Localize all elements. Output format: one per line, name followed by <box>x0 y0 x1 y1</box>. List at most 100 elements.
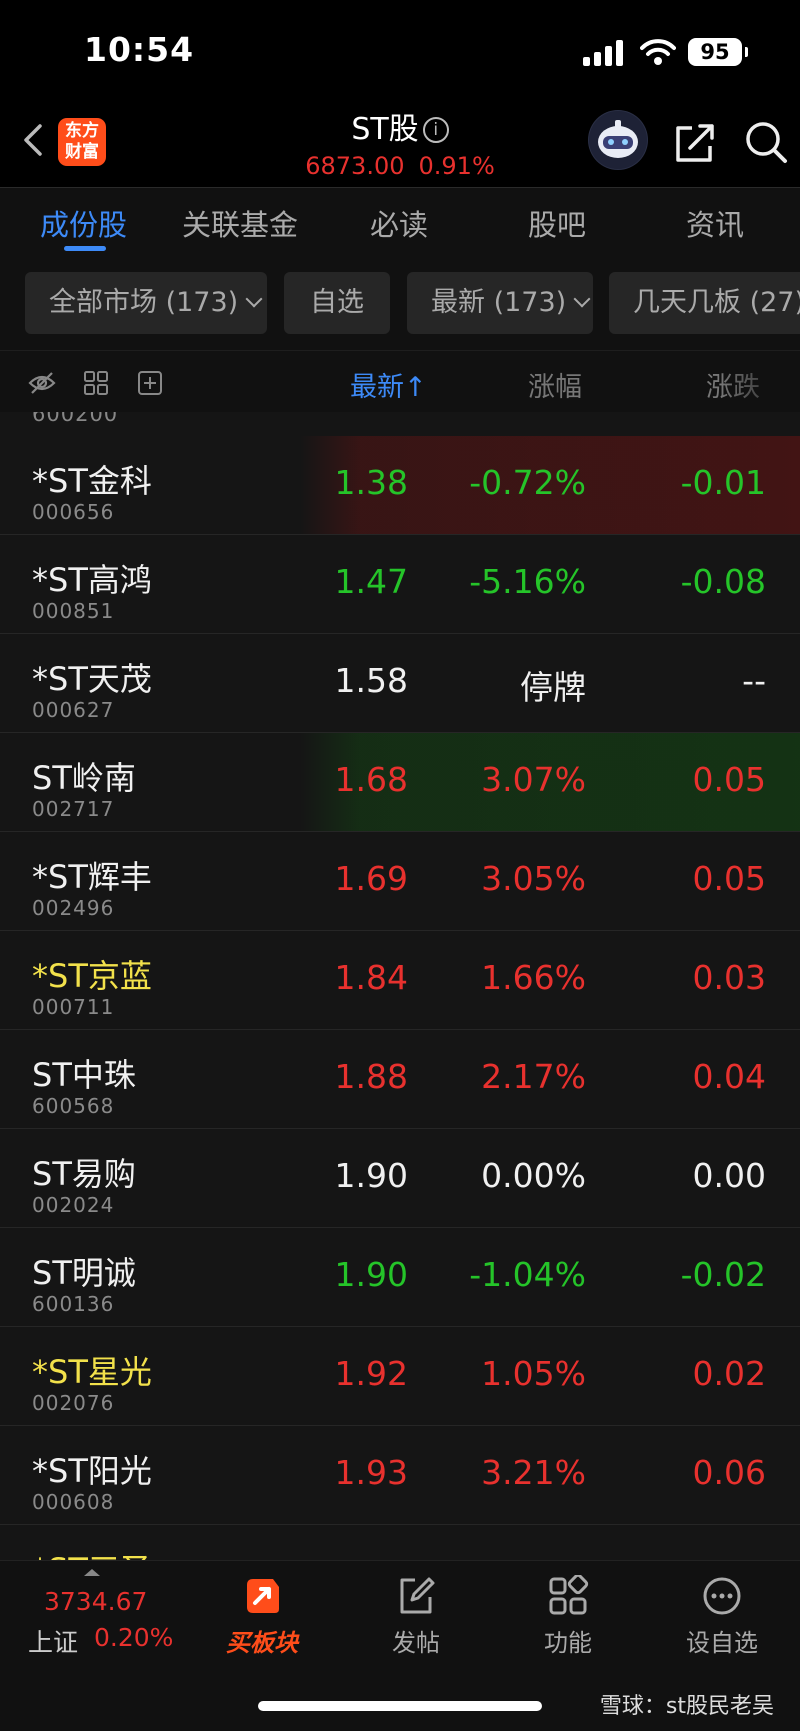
table-row[interactable]: *ST天茂 000627 1.58 停牌 -- <box>0 634 800 733</box>
info-icon[interactable]: i <box>422 117 449 143</box>
column-header: 最新↑ 涨幅 涨跌 <box>0 350 800 413</box>
tab-must-read[interactable]: 必读 <box>370 202 428 244</box>
stock-code: 000656 <box>32 500 115 524</box>
stock-change-pct: -5.16% <box>469 562 586 601</box>
watermark: 雪球：st股民老吴 <box>599 1694 774 1719</box>
table-row[interactable]: *ST金科 000656 1.38 -0.72% -0.01 <box>0 436 800 535</box>
filter-watchlist-label: 自选 <box>310 287 364 318</box>
home-indicator[interactable] <box>258 1701 542 1711</box>
stock-name: *ST天茂 <box>32 660 152 698</box>
table-row[interactable]: *ST阳光 000608 1.93 3.21% 0.06 <box>0 1426 800 1525</box>
table-row[interactable]: *ST高鸿 000851 1.47 -5.16% -0.08 <box>0 535 800 634</box>
stock-price: 1.90 <box>334 1255 408 1294</box>
more-icon <box>703 1577 741 1615</box>
filter-consecutive-boards[interactable]: 几天几板 (27) <box>609 272 800 334</box>
post-button[interactable]: 发帖 <box>356 1571 476 1661</box>
table-row[interactable]: ST岭南 002717 1.68 3.07% 0.05 <box>0 733 800 832</box>
stock-change-pct: 3.21% <box>481 1453 586 1492</box>
hide-eye-icon[interactable] <box>28 369 56 397</box>
grid-view-icon[interactable] <box>82 369 110 397</box>
stock-change: 0.03 <box>692 958 766 997</box>
stock-code: 002717 <box>32 797 115 821</box>
stock-change: 0.04 <box>692 1057 766 1096</box>
add-watchlist-label: 设自选 <box>686 1629 758 1657</box>
sector-index-value: 6873.00 <box>305 152 405 180</box>
stock-change-pct: 0.00% <box>481 1156 586 1195</box>
buy-sector-icon <box>247 1579 279 1613</box>
add-watchlist-button[interactable]: 设自选 <box>662 1571 782 1661</box>
stock-change: -0.02 <box>680 1255 766 1294</box>
stock-change: -0.08 <box>680 562 766 601</box>
buy-sector-button[interactable]: 买板块 <box>202 1571 322 1661</box>
stock-code: 002024 <box>32 1193 115 1217</box>
tab-constituents[interactable]: 成份股 <box>40 202 127 244</box>
table-row[interactable]: ST易购 002024 1.90 0.00% 0.00 <box>0 1129 800 1228</box>
sh-index-name[interactable]: 上证 <box>28 1623 78 1659</box>
partial-row: 600200 <box>0 412 800 436</box>
functions-button[interactable]: 功能 <box>508 1571 628 1661</box>
stock-price: 1.92 <box>334 1354 408 1393</box>
sector-index-change: 0.91% <box>418 152 495 180</box>
stock-code: 002496 <box>32 896 115 920</box>
stock-name: ST易购 <box>32 1155 136 1193</box>
stock-change-pct: -1.04% <box>469 1255 586 1294</box>
stock-price: 1.47 <box>334 562 408 601</box>
tab-news[interactable]: 资讯 <box>686 202 744 244</box>
filter-latest[interactable]: 最新 (173) <box>407 272 593 334</box>
stock-name: *ST高鸿 <box>32 561 152 599</box>
table-row[interactable]: *ST星光 002076 1.92 1.05% 0.02 <box>0 1327 800 1426</box>
robot-assistant-icon[interactable] <box>588 110 648 170</box>
chevron-down-icon <box>245 290 263 308</box>
stock-change: 0.02 <box>692 1354 766 1393</box>
stock-change-pct: 3.05% <box>481 859 586 898</box>
search-icon[interactable] <box>742 118 790 166</box>
stock-change: 0.05 <box>692 760 766 799</box>
stock-change: -0.01 <box>680 463 766 502</box>
tab-forum[interactable]: 股吧 <box>528 202 586 244</box>
stock-name: ST岭南 <box>32 759 136 797</box>
status-bar: 10:54 95 <box>0 0 800 100</box>
filter-market[interactable]: 全部市场 (173) <box>25 272 267 334</box>
stock-price: 1.93 <box>334 1453 408 1492</box>
sh-index-pct[interactable]: 0.20% <box>94 1623 173 1652</box>
status-time: 10:54 <box>84 30 195 69</box>
column-latest[interactable]: 最新↑ <box>350 365 427 404</box>
stock-code: 000711 <box>32 995 115 1019</box>
expand-arrow-icon[interactable] <box>84 1569 100 1576</box>
chevron-down-icon <box>573 290 591 308</box>
wifi-icon <box>640 39 676 65</box>
stock-name: *ST三圣 <box>32 1545 152 1560</box>
stock-price: 1.68 <box>334 760 408 799</box>
stock-change-pct: 1.66% <box>481 958 586 997</box>
buy-sector-label: 买板块 <box>226 1629 298 1657</box>
stock-name: *ST金科 <box>32 462 152 500</box>
table-row[interactable]: *ST京蓝 000711 1.84 1.66% 0.03 <box>0 931 800 1030</box>
tab-related-funds[interactable]: 关联基金 <box>182 202 298 244</box>
table-row[interactable]: ST中珠 600568 1.88 2.17% 0.04 <box>0 1030 800 1129</box>
stock-change-pct: 2.17% <box>481 1057 586 1096</box>
filter-market-label: 全部市场 (173) <box>49 287 239 318</box>
nav-header: 东方 财富 ST股 i 6873.00 0.91% <box>0 100 800 188</box>
stock-change-pct: 3.07% <box>481 760 586 799</box>
stock-code: 002076 <box>32 1391 115 1415</box>
stock-price: 1.69 <box>334 859 408 898</box>
table-row[interactable]: *ST三圣 <box>0 1525 800 1560</box>
column-change-pct[interactable]: 涨幅 <box>528 365 582 404</box>
stock-code: 600200 <box>32 412 119 426</box>
filter-consecutive-boards-label: 几天几板 (27) <box>633 287 800 318</box>
header-scroll-fade <box>720 351 800 413</box>
table-row[interactable]: ST明诚 600136 1.90 -1.04% -0.02 <box>0 1228 800 1327</box>
stock-code: 000627 <box>32 698 115 722</box>
filter-watchlist[interactable]: 自选 <box>284 272 390 334</box>
post-label: 发帖 <box>392 1629 440 1657</box>
table-row[interactable]: *ST辉丰 002496 1.69 3.05% 0.05 <box>0 832 800 931</box>
stock-list[interactable]: 600200 *ST金科 000656 1.38 -0.72% -0.01 *ST高鸿 00… <box>0 412 800 1560</box>
share-icon[interactable] <box>672 120 718 166</box>
stock-price: 1.88 <box>334 1057 408 1096</box>
stock-change: 0.06 <box>692 1453 766 1492</box>
stock-name: ST明诚 <box>32 1254 136 1292</box>
sh-index-value[interactable]: 3734.67 <box>44 1587 147 1616</box>
tab-bar: 成份股 关联基金 必读 股吧 资讯 <box>0 188 800 258</box>
add-icon[interactable] <box>136 369 164 397</box>
stock-change-pct: 停牌 <box>520 668 586 707</box>
